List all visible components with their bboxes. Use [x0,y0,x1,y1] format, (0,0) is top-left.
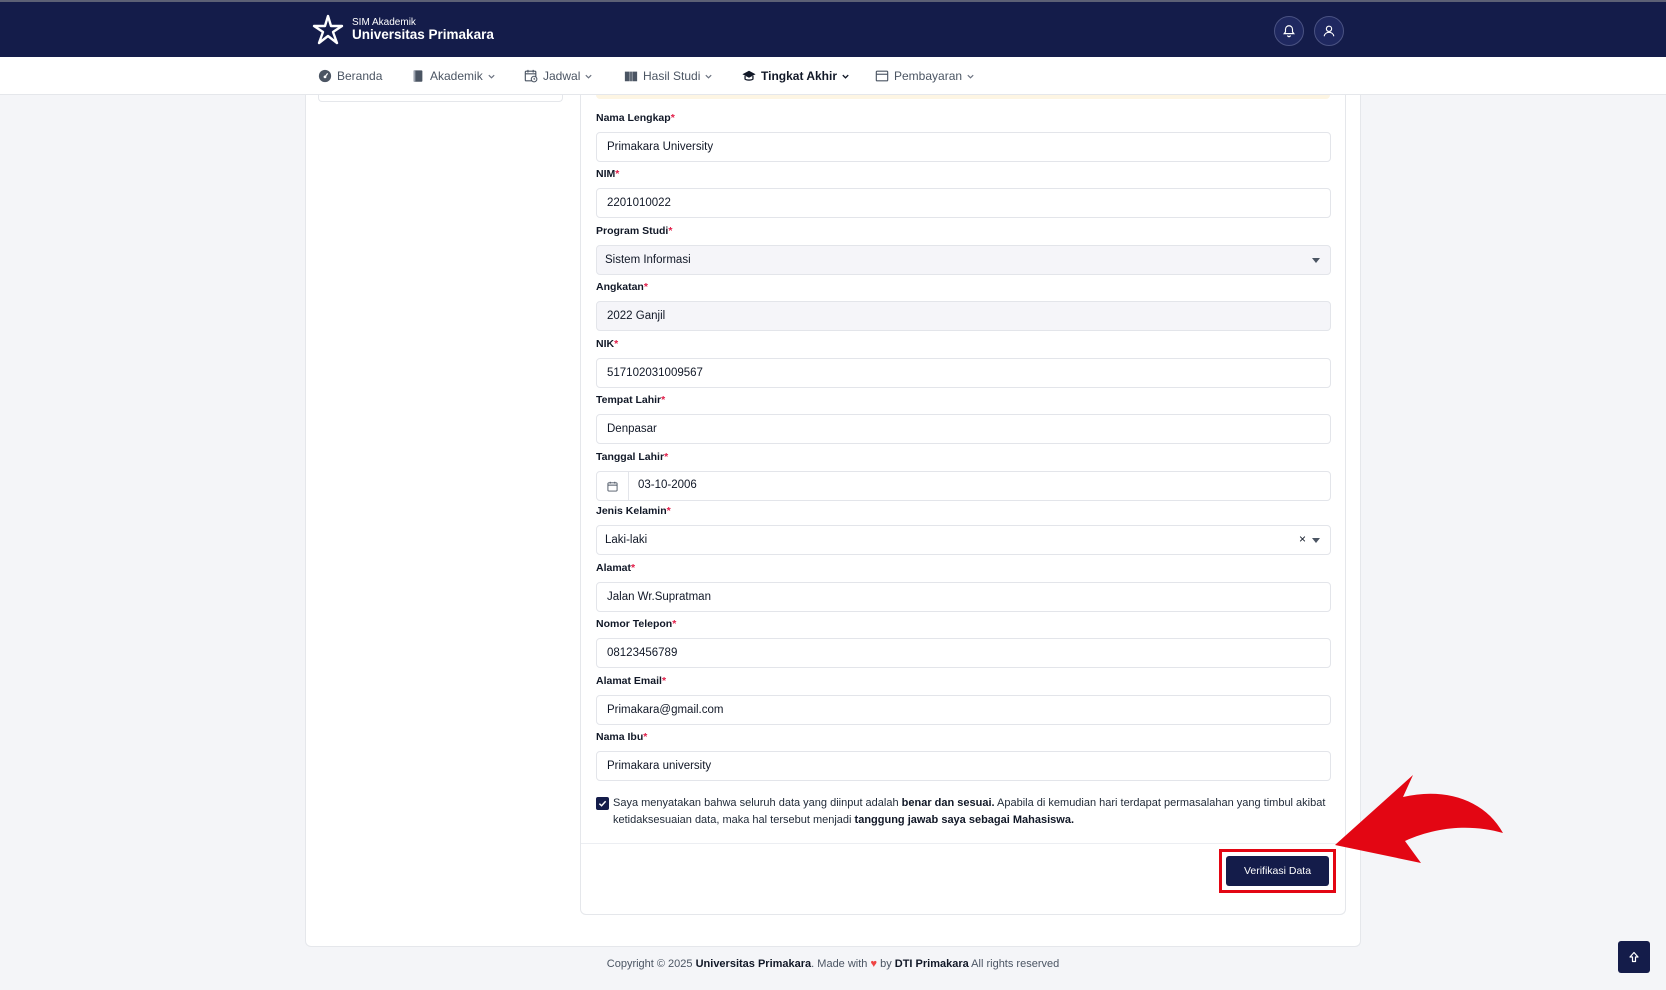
tempat-lahir-input[interactable]: Denpasar [596,414,1331,444]
nav-jadwal-label: Jadwal [543,69,581,83]
label-nik: NIK* [596,338,619,350]
dashboard-icon [318,69,332,83]
nav-akademik[interactable]: Akademik [411,57,496,95]
clear-icon[interactable]: × [1299,532,1306,546]
nik-input[interactable]: 517102031009567 [596,358,1331,388]
chevron-down-icon [488,74,495,79]
footer-team-link[interactable]: DTI Primakara [895,958,969,970]
alamat-email-input[interactable]: Primakara@gmail.com [596,695,1331,725]
chevron-down-icon [705,74,712,79]
arrow-up-icon [1629,951,1639,963]
payment-card-icon [875,70,889,82]
left-side-panel [318,95,563,102]
nim-input[interactable]: 2201010022 [596,188,1331,218]
label-nomor-telepon: Nomor Telepon* [596,618,677,630]
nav-tingkat-akhir-label: Tingkat Akhir [761,69,838,83]
scroll-to-top-button[interactable] [1618,941,1650,973]
form-divider [581,843,1345,844]
top-header: SIM Akademik Universitas Primakara [0,0,1666,57]
nav-hasil-studi-label: Hasil Studi [643,69,701,83]
label-alamat: Alamat* [596,562,636,574]
nav-jadwal[interactable]: Jadwal [524,57,593,95]
nav-akademik-label: Akademik [430,69,483,83]
calendar-icon [607,481,618,492]
notification-button[interactable] [1274,16,1304,46]
label-angkatan: Angkatan* [596,281,648,293]
brand-logo[interactable]: SIM Akademik Universitas Primakara [312,14,494,46]
tanggal-lahir-input[interactable]: 03-10-2006 [596,471,1331,501]
label-alamat-email: Alamat Email* [596,675,667,687]
verify-data-button[interactable]: Verifikasi Data [1226,856,1329,886]
chevron-down-icon [842,74,849,79]
nav-beranda[interactable]: Beranda [318,57,382,95]
user-profile-button[interactable] [1314,16,1344,46]
declaration-checkbox[interactable] [596,797,609,810]
angkatan-input[interactable]: 2022 Ganjil [596,301,1331,331]
calendar-clock-icon [524,69,538,83]
nav-pembayaran-label: Pembayaran [894,69,963,83]
bell-icon [1283,25,1295,38]
open-book-icon [624,71,638,82]
label-nama-lengkap: Nama Lengkap* [596,112,675,124]
label-nim: NIM* [596,168,620,180]
nav-hasil-studi[interactable]: Hasil Studi [624,57,713,95]
nav-beranda-label: Beranda [337,69,383,83]
nomor-telepon-input[interactable]: 08123456789 [596,638,1331,668]
alamat-input[interactable]: Jalan Wr.Supratman [596,582,1331,612]
primakara-star-logo-icon [312,14,344,45]
chevron-down-icon [585,74,592,79]
chevron-down-icon [967,74,974,79]
caret-down-icon [1312,258,1320,263]
notice-strip [596,95,1330,99]
graduation-cap-icon [742,70,756,81]
nav-pembayaran[interactable]: Pembayaran [875,57,975,95]
caret-down-icon [1312,538,1320,543]
footer: Copyright © 2025 Universitas Primakara. … [606,958,1060,970]
declaration-text: Saya menyatakan bahwa seluruh data yang … [613,797,1326,826]
nama-ibu-input[interactable]: Primakara university [596,751,1331,781]
book-icon [413,70,423,82]
program-studi-select[interactable]: Sistem Informasi [596,245,1331,275]
footer-org-link[interactable]: Universitas Primakara [696,958,812,970]
nav-tingkat-akhir[interactable]: Tingkat Akhir [742,57,850,95]
label-program-studi: Program Studi* [596,225,673,237]
user-icon [1323,25,1335,37]
label-jenis-kelamin: Jenis Kelamin* [596,505,671,517]
pointer-arrow-icon [1335,775,1503,863]
label-nama-ibu: Nama Ibu* [596,731,648,743]
jenis-kelamin-select[interactable]: Laki-laki × [596,525,1331,555]
checkmark-icon [598,800,607,807]
label-tempat-lahir: Tempat Lahir* [596,394,666,406]
nama-lengkap-input[interactable]: Primakara University [596,132,1331,162]
form-card [580,95,1346,915]
date-picker-button[interactable] [597,472,629,500]
label-tanggal-lahir: Tanggal Lahir* [596,451,669,463]
main-nav: Beranda Akademik Jadwal Hasil Studi Ting… [0,57,1666,95]
brand-name: Universitas Primakara [352,27,494,43]
